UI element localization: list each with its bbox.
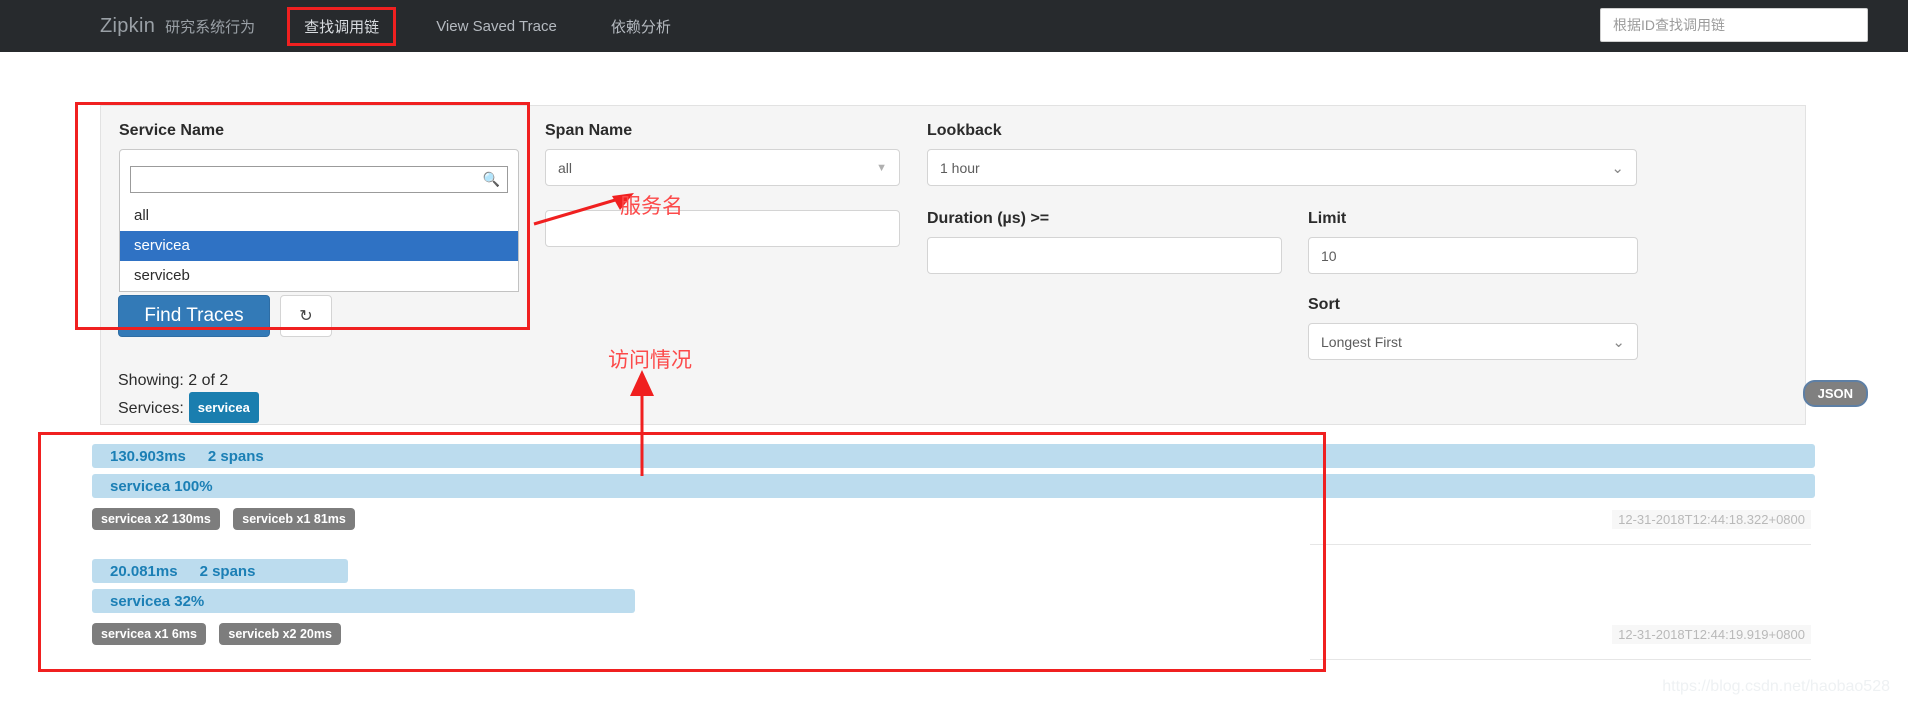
limit-input[interactable]: 10 <box>1308 237 1638 274</box>
trace-duration-bar[interactable]: 130.903ms 2 spans <box>92 444 1815 468</box>
trace-service-bar[interactable]: servicea 100% <box>92 474 1815 498</box>
span-name-label: Span Name <box>545 122 633 139</box>
limit-field: Limit 10 <box>1308 210 1638 274</box>
annotation-arrow-results <box>630 370 654 476</box>
trace-service-percent: servicea 32% <box>110 592 205 610</box>
service-pill[interactable]: serviceb x1 81ms <box>233 508 355 530</box>
sort-value: Longest First <box>1321 333 1402 350</box>
results-summary: Showing: 2 of 2 Services: servicea <box>118 368 259 424</box>
refresh-icon[interactable]: ↻ <box>280 295 332 337</box>
brand-logo[interactable]: Zipkin <box>100 15 155 38</box>
span-name-value: all <box>558 159 573 176</box>
service-option-serviceb[interactable]: serviceb <box>120 261 518 291</box>
span-name-select[interactable]: all ▼ <box>545 149 900 186</box>
service-pill[interactable]: servicea x1 6ms <box>92 623 206 645</box>
trace-divider <box>1310 659 1811 660</box>
trace-id-search-placeholder: 根据ID查找调用链 <box>1613 17 1725 33</box>
trace-divider <box>1310 544 1811 545</box>
trace-row[interactable]: 130.903ms 2 spans servicea 100% servicea… <box>40 436 1869 551</box>
service-pill[interactable]: servicea x2 130ms <box>92 508 220 530</box>
lookback-select[interactable]: 1 hour ⌄ <box>927 149 1637 186</box>
trace-service-pills: servicea x2 130ms serviceb x1 81ms <box>92 508 364 530</box>
service-name-filter-input[interactable]: 🔍 <box>130 166 508 193</box>
trace-timestamp: 12-31-2018T12:44:19.919+0800 <box>1612 625 1811 644</box>
trace-duration: 130.903ms <box>110 447 186 465</box>
lookback-field: Lookback 1 hour ⌄ <box>927 122 1637 186</box>
trace-service-bar[interactable]: servicea 32% <box>92 589 635 613</box>
lookback-label: Lookback <box>927 122 1002 139</box>
duration-label: Duration (µs) >= <box>927 210 1050 227</box>
nav-item-view-saved-trace[interactable]: View Saved Trace <box>422 11 571 42</box>
chevron-down-icon: ▼ <box>876 161 887 174</box>
limit-value: 10 <box>1321 247 1337 264</box>
duration-input[interactable] <box>927 237 1282 274</box>
trace-span-count: 2 spans <box>207 447 264 465</box>
find-traces-button[interactable]: Find Traces <box>118 295 270 337</box>
trace-duration: 20.081ms <box>110 562 178 580</box>
trace-timestamp: 12-31-2018T12:44:18.322+0800 <box>1612 510 1811 529</box>
chevron-down-icon: ⌄ <box>1612 333 1625 351</box>
annotation-label-service-name: 服务名 <box>620 194 683 218</box>
trace-service-pills: servicea x1 6ms serviceb x2 20ms <box>92 623 350 645</box>
trace-duration-bar[interactable]: 20.081ms 2 spans <box>92 559 348 583</box>
limit-label: Limit <box>1308 210 1347 227</box>
search-filter-panel: Service Name servicea ▲ 🔍 all servicea s… <box>100 105 1806 425</box>
service-option-servicea[interactable]: servicea <box>120 231 518 261</box>
trace-results-list: 130.903ms 2 spans servicea 100% servicea… <box>40 436 1869 666</box>
find-traces-row: Find Traces ↻ <box>118 295 332 337</box>
lookback-value: 1 hour <box>940 159 980 176</box>
chevron-down-icon: ⌄ <box>1611 159 1624 177</box>
nav-item-find-traces[interactable]: 查找调用链 <box>287 6 397 46</box>
services-label: Services: <box>118 400 184 417</box>
service-name-field: Service Name servicea ▲ 🔍 all servicea s… <box>119 122 519 292</box>
service-badge-servicea[interactable]: servicea <box>188 392 259 423</box>
service-name-dropdown-menu: 🔍 all servicea serviceb <box>119 160 519 292</box>
watermark: https://blog.csdn.net/haobao528 <box>1662 678 1890 695</box>
trace-span-count: 2 spans <box>199 562 256 580</box>
trace-service-percent: servicea 100% <box>110 477 213 495</box>
top-navbar: Zipkin 研究系统行为 查找调用链 View Saved Trace 依赖分… <box>0 0 1908 52</box>
json-button[interactable]: JSON <box>1802 380 1868 407</box>
zipkin-find-traces-page: Zipkin 研究系统行为 查找调用链 View Saved Trace 依赖分… <box>0 0 1908 702</box>
trace-row[interactable]: 20.081ms 2 spans servicea 32% servicea x… <box>40 551 1869 666</box>
sort-field: Sort Longest First ⌄ <box>1308 296 1638 360</box>
nav-item-dependencies[interactable]: 依赖分析 <box>597 9 685 44</box>
duration-field: Duration (µs) >= <box>927 210 1282 274</box>
sort-select[interactable]: Longest First ⌄ <box>1308 323 1638 360</box>
search-icon: 🔍 <box>482 171 500 187</box>
annotation-label-results: 访问情况 <box>608 348 692 372</box>
span-name-field: Span Name all ▼ <box>545 122 900 186</box>
showing-count: Showing: 2 of 2 <box>118 372 229 389</box>
service-name-label: Service Name <box>119 122 224 139</box>
service-option-all[interactable]: all <box>120 201 518 231</box>
trace-id-search-box[interactable]: 根据ID查找调用链 <box>1600 8 1868 42</box>
service-pill[interactable]: serviceb x2 20ms <box>219 623 341 645</box>
brand-subtitle: 研究系统行为 <box>165 18 256 36</box>
sort-label: Sort <box>1308 296 1340 313</box>
services-line: Services: servicea <box>118 392 259 424</box>
